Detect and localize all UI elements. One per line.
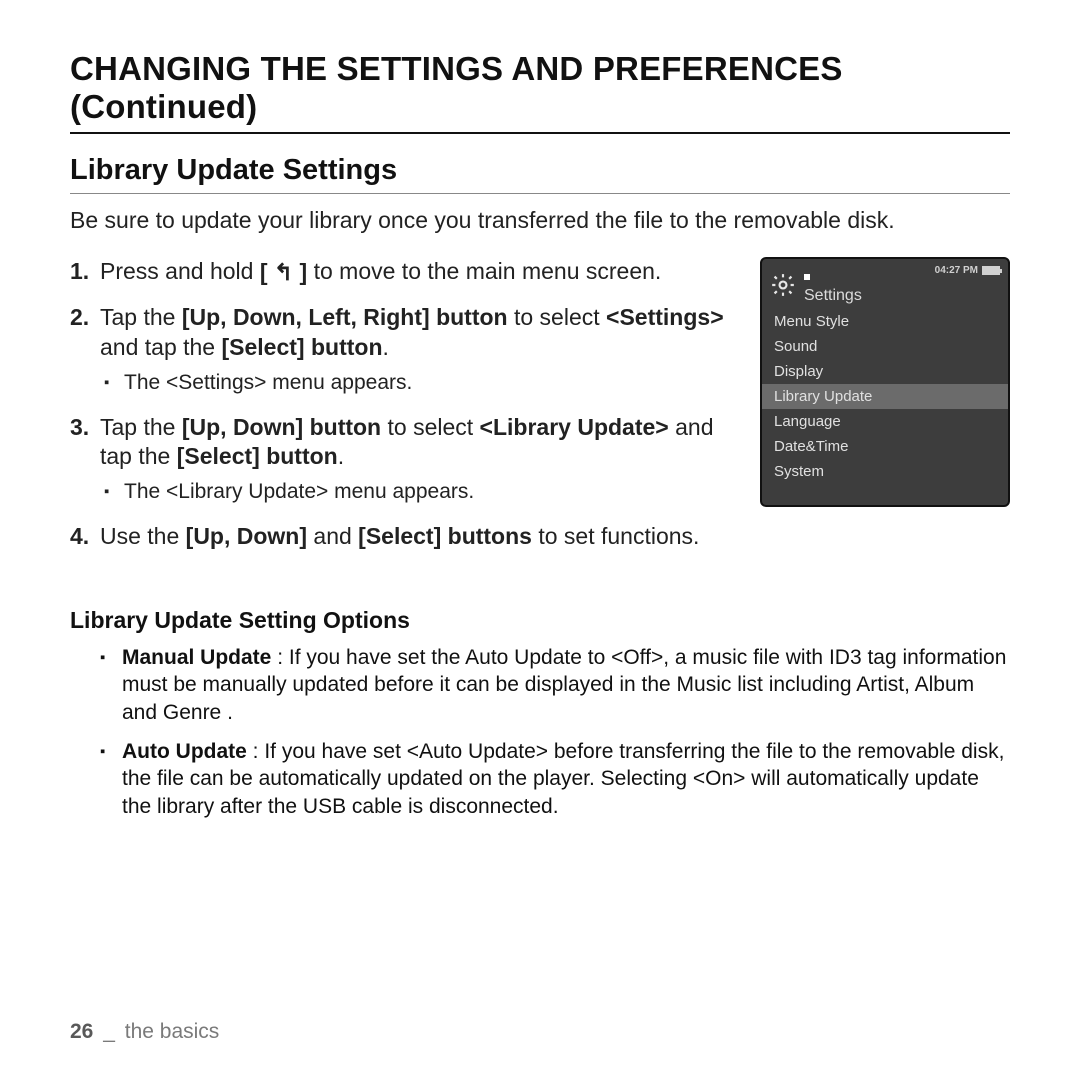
device-screenshot: Settings 04:27 PM Menu Style Sound Displ… — [760, 257, 1010, 507]
device-menu-item: Menu Style — [762, 309, 1008, 334]
device-menu-item: System — [762, 459, 1008, 484]
footer-separator: _ — [99, 1020, 119, 1043]
step-text: to move to the main menu screen. — [307, 258, 661, 284]
option-desc: : If you have set <Auto Update> before t… — [122, 740, 1004, 818]
footer-section: the basics — [125, 1020, 220, 1043]
options-list: Manual Update : If you have set the Auto… — [70, 644, 1010, 820]
step-bold: [Select] button — [222, 334, 383, 360]
device-menu-item-selected: Library Update — [762, 384, 1008, 409]
step-text: and tap the — [100, 334, 222, 360]
device-menu-item: Language — [762, 409, 1008, 434]
intro-text: Be sure to update your library once you … — [70, 206, 1010, 235]
option-term: Auto Update — [122, 740, 247, 763]
device-title: Settings — [804, 275, 862, 304]
step-text: to select — [381, 414, 479, 440]
device-status: 04:27 PM — [935, 265, 1000, 276]
step-text: and — [307, 523, 358, 549]
step-text: Tap the — [100, 414, 182, 440]
step-bold: [Up, Down] — [186, 523, 307, 549]
device-time: 04:27 PM — [935, 265, 978, 276]
device-menu-item: Display — [762, 359, 1008, 384]
step-item: Tap the [Up, Down] button to select <Lib… — [70, 413, 736, 506]
page-number: 26 — [70, 1020, 93, 1043]
step-bold: <Settings> — [606, 304, 724, 330]
step-item: Press and hold [ ↰ ] to move to the main… — [70, 257, 736, 288]
substep-item: The <Library Update> menu appears. — [100, 479, 736, 505]
step-bold: <Library Update> — [480, 414, 669, 440]
step-bold: [Select] buttons — [358, 523, 532, 549]
step-item: Tap the [Up, Down, Left, Right] button t… — [70, 303, 736, 396]
back-key-icon: [ ↰ ] — [260, 258, 307, 287]
option-term: Manual Update — [122, 646, 271, 669]
section-title: Library Update Settings — [70, 154, 1010, 194]
step-text: . — [383, 334, 389, 360]
option-item: Auto Update : If you have set <Auto Upda… — [100, 738, 1010, 820]
step-bold: [Select] button — [177, 443, 338, 469]
step-bold: [Up, Down, Left, Right] button — [182, 304, 508, 330]
step-text: Tap the — [100, 304, 182, 330]
device-menu: Menu Style Sound Display Library Update … — [762, 309, 1008, 484]
steps-list: Press and hold [ ↰ ] to move to the main… — [70, 257, 736, 551]
step-bold: [Up, Down] button — [182, 414, 381, 440]
step-text: to set functions. — [532, 523, 699, 549]
device-menu-item: Date&Time — [762, 434, 1008, 459]
substep-item: The <Settings> menu appears. — [100, 370, 736, 396]
step-item: Use the [Up, Down] and [Select] buttons … — [70, 522, 736, 551]
option-item: Manual Update : If you have set the Auto… — [100, 644, 1010, 726]
chapter-title: CHANGING THE SETTINGS AND PREFERENCES (C… — [70, 50, 1010, 134]
step-text: to select — [508, 304, 606, 330]
options-heading: Library Update Setting Options — [70, 607, 1010, 634]
device-menu-item: Sound — [762, 334, 1008, 359]
page-footer: 26 _ the basics — [70, 1020, 219, 1044]
step-text: Use the — [100, 523, 186, 549]
step-text: Press and hold — [100, 258, 260, 284]
battery-icon — [982, 266, 1000, 275]
step-text: . — [338, 443, 344, 469]
gear-icon — [770, 272, 796, 298]
